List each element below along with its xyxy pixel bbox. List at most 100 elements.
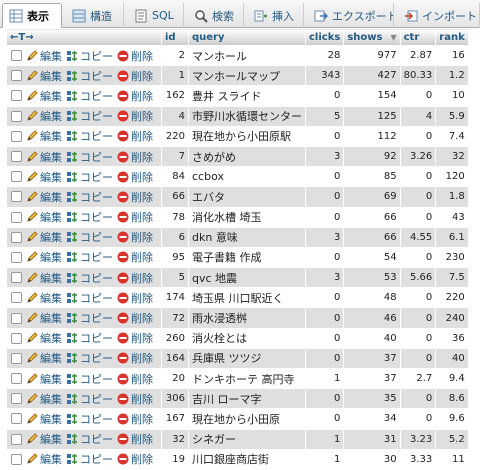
cell-rank[interactable]: 7.4 — [435, 125, 469, 147]
row-checkbox[interactable] — [11, 151, 22, 163]
delete-button[interactable]: 削除 — [117, 48, 153, 64]
cell-clicks[interactable]: 0 — [304, 388, 345, 410]
cell-clicks[interactable]: 0 — [304, 347, 345, 370]
cell-shows[interactable]: 40 — [343, 327, 401, 349]
cell-ctr[interactable]: 0 — [399, 166, 437, 188]
copy-button[interactable]: コピー — [66, 391, 113, 407]
cell-clicks[interactable]: 0 — [304, 186, 345, 208]
tab-structure[interactable]: 構造 — [66, 3, 124, 28]
cell-id[interactable]: 164 — [161, 347, 189, 370]
delete-button[interactable]: 削除 — [117, 411, 153, 427]
cell-shows[interactable]: 154 — [343, 85, 401, 107]
row-checkbox[interactable] — [11, 110, 22, 122]
cell-rank[interactable]: 220 — [435, 287, 469, 309]
cell-ctr[interactable]: 0 — [399, 307, 437, 329]
cell-shows[interactable]: 427 — [343, 65, 401, 87]
cell-ctr[interactable]: 0 — [399, 85, 437, 107]
cell-query[interactable]: 消化水槽 埼玉 — [188, 206, 306, 228]
cell-clicks[interactable]: 0 — [304, 408, 345, 430]
delete-button[interactable]: 削除 — [117, 88, 153, 104]
cell-query[interactable]: 現在地から小田原 — [188, 408, 306, 430]
cell-ctr[interactable]: 5.66 — [399, 267, 437, 289]
cell-query[interactable]: さめがめ — [188, 145, 306, 168]
delete-button[interactable]: 削除 — [117, 330, 153, 346]
row-checkbox[interactable] — [11, 251, 22, 263]
cell-id[interactable]: 6 — [161, 226, 189, 248]
column-header-clicks[interactable]: clicks — [304, 28, 345, 46]
cell-id[interactable]: 174 — [161, 287, 189, 309]
cell-query[interactable]: dkn 意味 — [188, 226, 306, 248]
delete-button[interactable]: 削除 — [117, 371, 153, 387]
row-checkbox[interactable] — [11, 352, 22, 364]
cell-ctr[interactable]: 0 — [399, 186, 437, 208]
cell-id[interactable]: 162 — [161, 85, 189, 107]
cell-shows[interactable]: 85 — [343, 166, 401, 188]
cell-query[interactable]: マンホール — [188, 44, 306, 67]
edit-button[interactable]: 編集 — [26, 249, 62, 265]
cell-id[interactable]: 1 — [161, 65, 189, 87]
cell-rank[interactable]: 8.6 — [435, 388, 469, 410]
cell-ctr[interactable]: 3.33 — [399, 448, 437, 470]
copy-button[interactable]: コピー — [66, 431, 113, 447]
cell-clicks[interactable]: 5 — [304, 105, 345, 127]
row-checkbox[interactable] — [11, 90, 22, 102]
tab-sql[interactable]: SQL — [128, 3, 184, 28]
row-checkbox[interactable] — [11, 130, 22, 142]
row-checkbox[interactable] — [11, 292, 22, 304]
cell-id[interactable]: 260 — [161, 327, 189, 349]
cell-shows[interactable]: 125 — [343, 105, 401, 127]
delete-button[interactable]: 削除 — [117, 229, 153, 245]
edit-button[interactable]: 編集 — [26, 189, 62, 205]
cell-rank[interactable]: 120 — [435, 166, 469, 188]
edit-button[interactable]: 編集 — [26, 88, 62, 104]
row-checkbox[interactable] — [11, 453, 22, 465]
copy-button[interactable]: コピー — [66, 330, 113, 346]
row-checkbox[interactable] — [11, 312, 22, 324]
edit-button[interactable]: 編集 — [26, 48, 62, 64]
cell-rank[interactable]: 32 — [435, 145, 469, 168]
copy-button[interactable]: コピー — [66, 128, 113, 144]
cell-id[interactable]: 95 — [161, 246, 189, 269]
cell-ctr[interactable]: 0 — [399, 327, 437, 349]
delete-button[interactable]: 削除 — [117, 68, 153, 84]
cell-clicks[interactable]: 0 — [304, 206, 345, 228]
cell-query[interactable]: 消火栓とは — [188, 327, 306, 349]
copy-button[interactable]: コピー — [66, 48, 113, 64]
cell-query[interactable]: 吉川 ローマ字 — [188, 388, 306, 410]
cell-ctr[interactable]: 0 — [399, 388, 437, 410]
cell-id[interactable]: 7 — [161, 145, 189, 168]
cell-clicks[interactable]: 0 — [304, 166, 345, 188]
cell-shows[interactable]: 37 — [343, 347, 401, 370]
cell-id[interactable]: 2 — [161, 44, 189, 67]
cell-shows[interactable]: 92 — [343, 145, 401, 168]
cell-clicks[interactable]: 0 — [304, 125, 345, 147]
cell-ctr[interactable]: 2.87 — [399, 44, 437, 67]
cell-rank[interactable]: 7.5 — [435, 267, 469, 289]
column-header-rank[interactable]: rank — [435, 28, 469, 46]
cell-rank[interactable]: 6.1 — [435, 226, 469, 248]
copy-button[interactable]: コピー — [66, 249, 113, 265]
edit-button[interactable]: 編集 — [26, 411, 62, 427]
cell-ctr[interactable]: 4.55 — [399, 226, 437, 248]
cell-rank[interactable]: 43 — [435, 206, 469, 228]
cell-clicks[interactable]: 0 — [304, 307, 345, 329]
copy-button[interactable]: コピー — [66, 169, 113, 185]
delete-button[interactable]: 削除 — [117, 249, 153, 265]
tab-browse[interactable]: 表示 — [2, 3, 62, 28]
cell-query[interactable]: 埼玉県 川口駅近く — [188, 287, 306, 309]
cell-id[interactable]: 78 — [161, 206, 189, 228]
cell-clicks[interactable]: 0 — [304, 327, 345, 349]
edit-button[interactable]: 編集 — [26, 391, 62, 407]
cell-query[interactable]: 兵庫県 ツツジ — [188, 347, 306, 370]
cell-rank[interactable]: 16 — [435, 44, 469, 67]
cell-ctr[interactable]: 2.7 — [399, 367, 437, 390]
cell-ctr[interactable]: 80.33 — [399, 65, 437, 87]
row-checkbox[interactable] — [11, 373, 22, 385]
cell-id[interactable]: 20 — [161, 367, 189, 390]
delete-button[interactable]: 削除 — [117, 391, 153, 407]
edit-button[interactable]: 編集 — [26, 209, 62, 225]
cell-rank[interactable]: 9.4 — [435, 367, 469, 390]
cell-rank[interactable]: 240 — [435, 307, 469, 329]
cell-query[interactable]: 現在地から小田原駅 — [188, 125, 306, 147]
edit-button[interactable]: 編集 — [26, 229, 62, 245]
